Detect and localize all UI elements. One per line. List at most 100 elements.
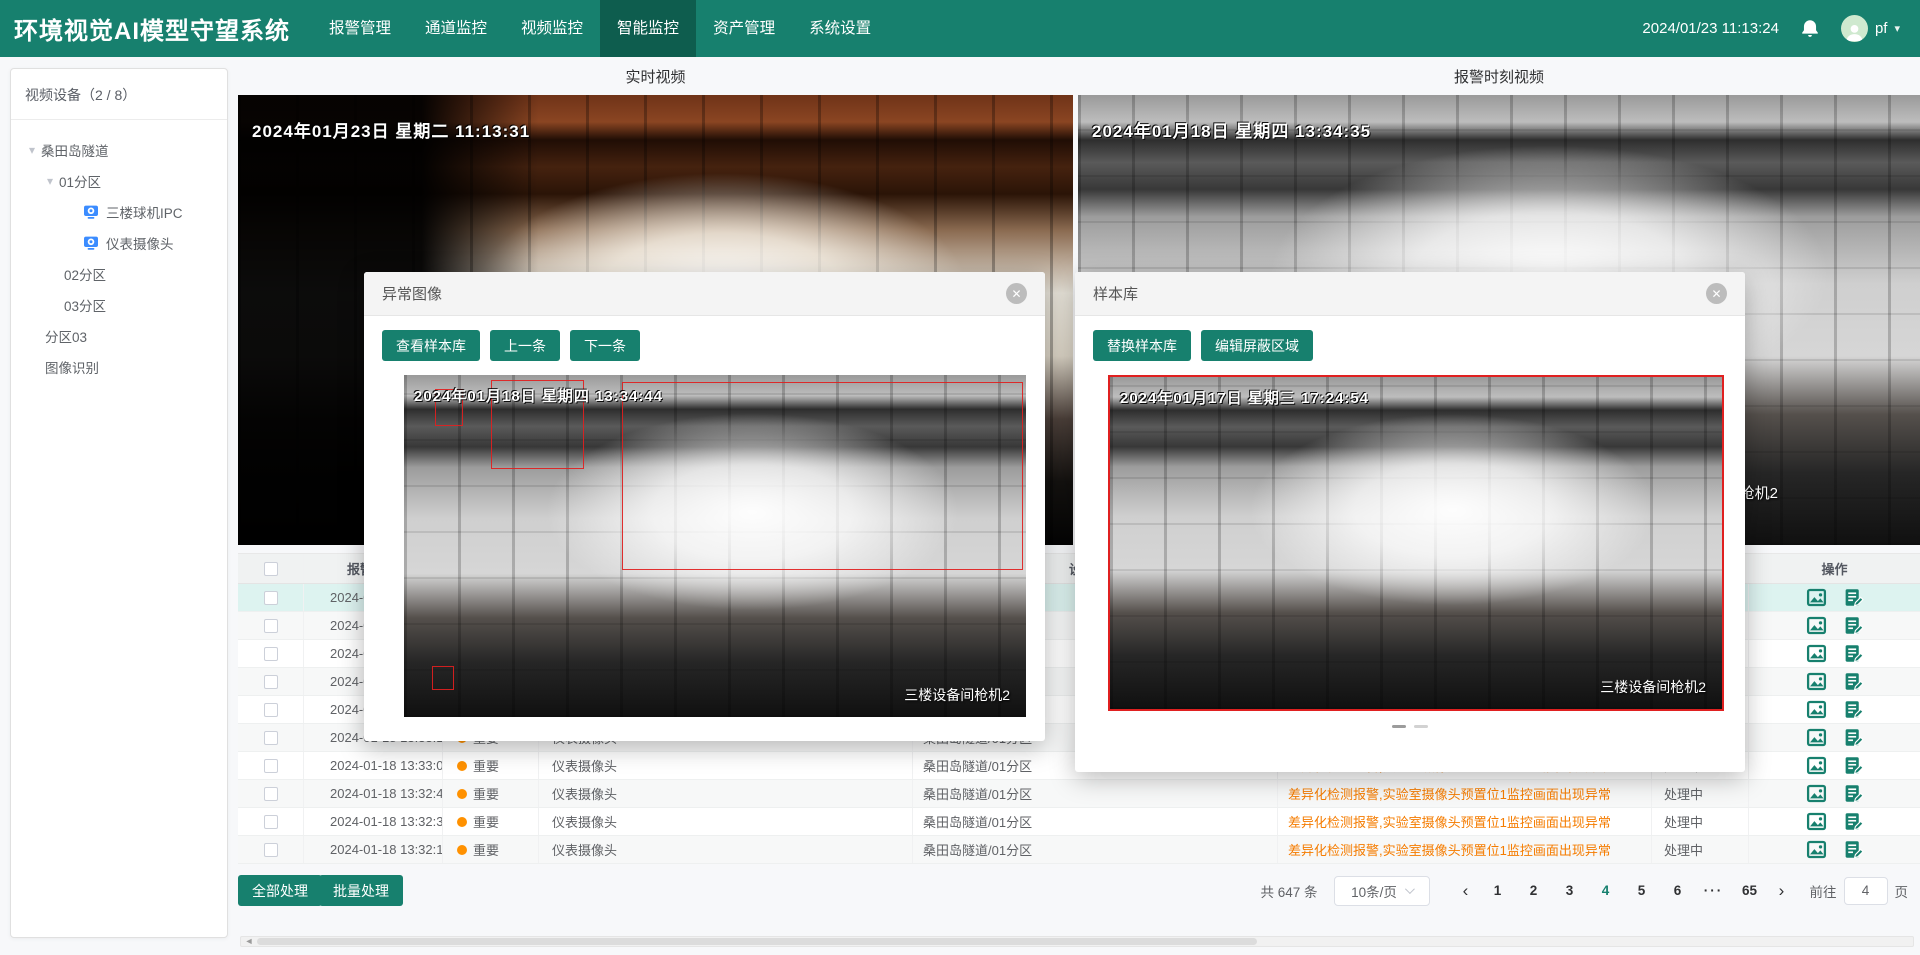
table-row[interactable]: 2024-01-18 13:32:15 重要 仪表摄像头 桑田岛隧道/01分区 … [238, 836, 1920, 864]
image-icon[interactable] [1806, 587, 1827, 608]
tree-expand-caret-icon[interactable]: ▾ [29, 143, 35, 157]
carousel-dot[interactable] [1392, 725, 1406, 728]
edit-icon[interactable] [1843, 839, 1864, 860]
image-icon[interactable] [1806, 839, 1827, 860]
next-page-button[interactable]: › [1768, 881, 1796, 901]
tree-item-桑田岛隧道[interactable]: ▾桑田岛隧道 [11, 134, 227, 165]
row-checkbox[interactable] [264, 843, 278, 857]
edit-icon[interactable] [1843, 727, 1864, 748]
row-checkbox[interactable] [264, 675, 278, 689]
row-checkbox[interactable] [264, 731, 278, 745]
image-icon[interactable] [1806, 811, 1827, 832]
nav-item-报警管理[interactable]: 报警管理 [312, 0, 408, 57]
chevron-down-icon [1405, 884, 1415, 894]
tree-item-03分区[interactable]: 03分区 [11, 289, 227, 320]
edit-icon[interactable] [1843, 643, 1864, 664]
row-checkbox[interactable] [264, 815, 278, 829]
previous-item-button[interactable]: 上一条 [490, 330, 560, 361]
nav-item-系统设置[interactable]: 系统设置 [792, 0, 888, 57]
prev-page-button[interactable]: ‹ [1452, 881, 1480, 901]
page-number-5[interactable]: 5 [1627, 883, 1657, 898]
row-checkbox[interactable] [264, 591, 278, 605]
image-icon[interactable] [1806, 699, 1827, 720]
image-icon[interactable] [1806, 643, 1827, 664]
edit-icon[interactable] [1843, 755, 1864, 776]
modal-toolbar: 查看样本库 上一条 下一条 [364, 316, 1045, 361]
image-icon[interactable] [1806, 615, 1827, 636]
nav-item-视频监控[interactable]: 视频监控 [504, 0, 600, 57]
scrollbar-thumb[interactable] [257, 938, 1257, 945]
edit-icon[interactable] [1843, 811, 1864, 832]
batch-process-button[interactable]: 批量处理 [319, 875, 403, 906]
bell-icon[interactable] [1799, 18, 1821, 40]
image-icon[interactable] [1806, 671, 1827, 692]
image-icon[interactable] [1806, 783, 1827, 804]
page-ellipsis[interactable]: ··· [1699, 883, 1729, 898]
horizontal-scrollbar[interactable]: ◄ [240, 936, 1914, 947]
row-checkbox[interactable] [264, 787, 278, 801]
sample-image: 2024年01月17日 星期三 17:24:54 三楼设备间枪机2 [1108, 375, 1724, 711]
row-checkbox[interactable] [264, 759, 278, 773]
nav-item-资产管理[interactable]: 资产管理 [696, 0, 792, 57]
row-checkbox[interactable] [264, 647, 278, 661]
nav-item-智能监控[interactable]: 智能监控 [600, 0, 696, 57]
tree-item-label: 02分区 [64, 264, 106, 284]
user-menu[interactable]: pf ▾ [1841, 15, 1900, 42]
image-icon[interactable] [1806, 727, 1827, 748]
image-icon[interactable] [1806, 755, 1827, 776]
device-cell: 仪表摄像头 [539, 836, 913, 863]
page-number-4[interactable]: 4 [1591, 883, 1621, 898]
operations-cell [1749, 836, 1920, 863]
alarm-video-title: 报警时刻视频 [1078, 66, 1920, 87]
table-row[interactable]: 2024-01-18 13:32:45 重要 仪表摄像头 桑田岛隧道/01分区 … [238, 780, 1920, 808]
table-row[interactable]: 2024-01-18 13:32:30 重要 仪表摄像头 桑田岛隧道/01分区 … [238, 808, 1920, 836]
scroll-left-arrow-icon[interactable]: ◄ [243, 937, 255, 946]
device-sidebar: 视频设备（2 / 8） ▾桑田岛隧道▾01分区 三楼球机IPC 仪表摄像头02分… [10, 68, 228, 938]
page-size-value: 10条/页 [1351, 881, 1397, 901]
edit-mask-area-button[interactable]: 编辑屏蔽区域 [1201, 330, 1313, 361]
tree-item-分区03[interactable]: 分区03 [11, 320, 227, 351]
page-number-65[interactable]: 65 [1735, 883, 1765, 898]
goto-page-input[interactable] [1844, 877, 1888, 905]
goto-label: 前往 [1810, 881, 1837, 901]
tree-item-仪表摄像头[interactable]: 仪表摄像头 [11, 227, 227, 258]
tree-item-02分区[interactable]: 02分区 [11, 258, 227, 289]
edit-icon[interactable] [1843, 699, 1864, 720]
modal-title: 样本库 [1093, 283, 1138, 304]
carousel-dot[interactable] [1414, 725, 1428, 728]
view-sample-library-button[interactable]: 查看样本库 [382, 330, 480, 361]
tree-item-图像识别[interactable]: 图像识别 [11, 351, 227, 382]
page-number-1[interactable]: 1 [1483, 883, 1513, 898]
edit-icon[interactable] [1843, 671, 1864, 692]
edit-icon[interactable] [1843, 783, 1864, 804]
row-checkbox[interactable] [264, 703, 278, 717]
page-number-6[interactable]: 6 [1663, 883, 1693, 898]
next-item-button[interactable]: 下一条 [570, 330, 640, 361]
page-number-3[interactable]: 3 [1555, 883, 1585, 898]
page-numbers: 123456 ··· 65 [1480, 883, 1768, 898]
page-number-2[interactable]: 2 [1519, 883, 1549, 898]
process-all-button[interactable]: 全部处理 [238, 875, 322, 906]
severity-dot-icon [457, 761, 467, 771]
nav-item-通道监控[interactable]: 通道监控 [408, 0, 504, 57]
severity-dot-icon [457, 845, 467, 855]
row-checkbox[interactable] [264, 619, 278, 633]
abnormal-snapshot-image: 2024年01月18日 星期四 13:34:44 三楼设备间枪机2 [404, 375, 1026, 717]
navbar-right: 2024/01/23 11:13:24 pf ▾ [1642, 15, 1920, 42]
replace-sample-button[interactable]: 替换样本库 [1093, 330, 1191, 361]
app-title: 环境视觉AI模型守望系统 [0, 11, 312, 46]
status-cell: 处理中 [1652, 836, 1749, 863]
pagination: 共 647 条 10条/页 ‹ 123456···65 › 前往 页 [1260, 875, 1908, 906]
close-icon[interactable]: ✕ [1006, 283, 1027, 304]
edit-icon[interactable] [1843, 615, 1864, 636]
alarm-message-cell: 差异化检测报警,实验室摄像头预置位1监控画面出现异常 [1278, 836, 1652, 863]
tree-expand-caret-icon[interactable]: ▾ [47, 174, 53, 188]
select-all-checkbox[interactable] [264, 562, 278, 576]
live-video-title: 实时视频 [238, 66, 1073, 87]
close-icon[interactable]: ✕ [1706, 283, 1727, 304]
edit-icon[interactable] [1843, 587, 1864, 608]
page-size-select[interactable]: 10条/页 [1334, 876, 1430, 906]
tree-item-01分区[interactable]: ▾01分区 [11, 165, 227, 196]
tree-item-三楼球机IPC[interactable]: 三楼球机IPC [11, 196, 227, 227]
operations-cell [1749, 724, 1920, 751]
